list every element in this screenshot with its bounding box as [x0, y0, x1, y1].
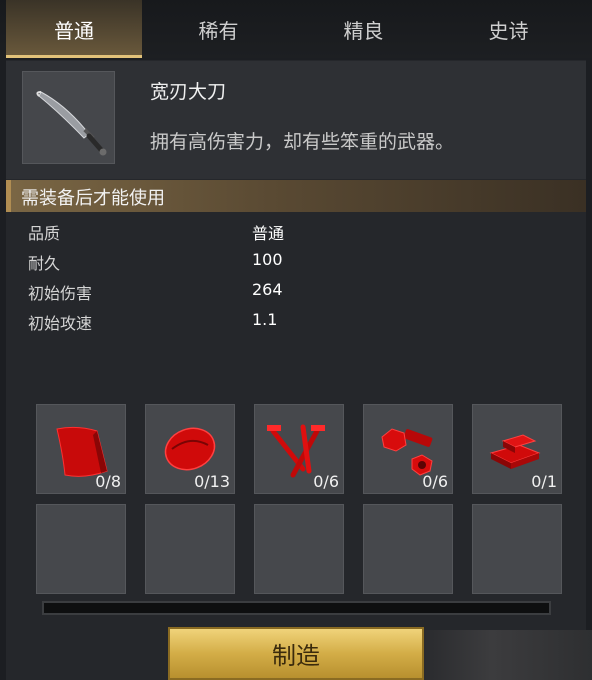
- stat-value: 264: [252, 280, 283, 299]
- stat-label: 初始攻速: [28, 314, 93, 333]
- empty-slot[interactable]: [145, 504, 235, 594]
- stat-row-damage: 初始伤害 264: [28, 280, 428, 310]
- stat-value: 100: [252, 250, 283, 269]
- stat-row-quality: 品质 普通: [28, 220, 428, 250]
- stat-label: 初始伤害: [28, 284, 93, 303]
- empty-slot[interactable]: [472, 504, 562, 594]
- material-slot-nails[interactable]: 0/6: [254, 404, 344, 494]
- item-thumbnail[interactable]: [22, 71, 115, 164]
- item-name: 宽刃大刀: [150, 81, 227, 103]
- material-count: 0/6: [422, 472, 448, 491]
- requirement-text: 需装备后才能使用: [21, 188, 165, 209]
- requirement-banner: 需装备后才能使用: [6, 180, 586, 212]
- material-count: 0/8: [95, 472, 121, 491]
- item-card: 宽刃大刀 拥有高伤害力，却有些笨重的武器。: [6, 61, 586, 179]
- tab-common[interactable]: 普通: [6, 0, 142, 58]
- stat-row-attack-speed: 初始攻速 1.1: [28, 310, 428, 340]
- material-slot-ore[interactable]: 0/13: [145, 404, 235, 494]
- tab-epic[interactable]: 史诗: [436, 0, 581, 58]
- material-count: 0/6: [313, 472, 339, 491]
- material-slot-ingots[interactable]: 0/1: [472, 404, 562, 494]
- stat-label: 品质: [28, 224, 61, 243]
- rarity-tabs: 普通 稀有 精良 史诗: [0, 0, 592, 58]
- material-count: 0/13: [194, 472, 230, 491]
- tab-fine[interactable]: 精良: [291, 0, 436, 58]
- empty-slot[interactable]: [36, 504, 126, 594]
- decorative-backdrop: [424, 630, 592, 680]
- empty-slot[interactable]: [363, 504, 453, 594]
- item-description: 拥有高伤害力，却有些笨重的武器。: [150, 131, 455, 153]
- stat-row-durability: 耐久 100: [28, 250, 428, 280]
- stat-value: 1.1: [252, 310, 278, 329]
- stat-label: 耐久: [28, 254, 61, 273]
- stat-value: 普通: [252, 224, 285, 243]
- craft-button[interactable]: 制造: [168, 627, 424, 680]
- material-slot-cloth[interactable]: 0/8: [36, 404, 126, 494]
- material-slot-bolt-nut[interactable]: 0/6: [363, 404, 453, 494]
- broad-blade-sword-icon: [36, 91, 107, 156]
- tab-rare[interactable]: 稀有: [146, 0, 291, 58]
- empty-slot[interactable]: [254, 504, 344, 594]
- material-count: 0/1: [531, 472, 557, 491]
- craft-progress-bar: [42, 601, 551, 615]
